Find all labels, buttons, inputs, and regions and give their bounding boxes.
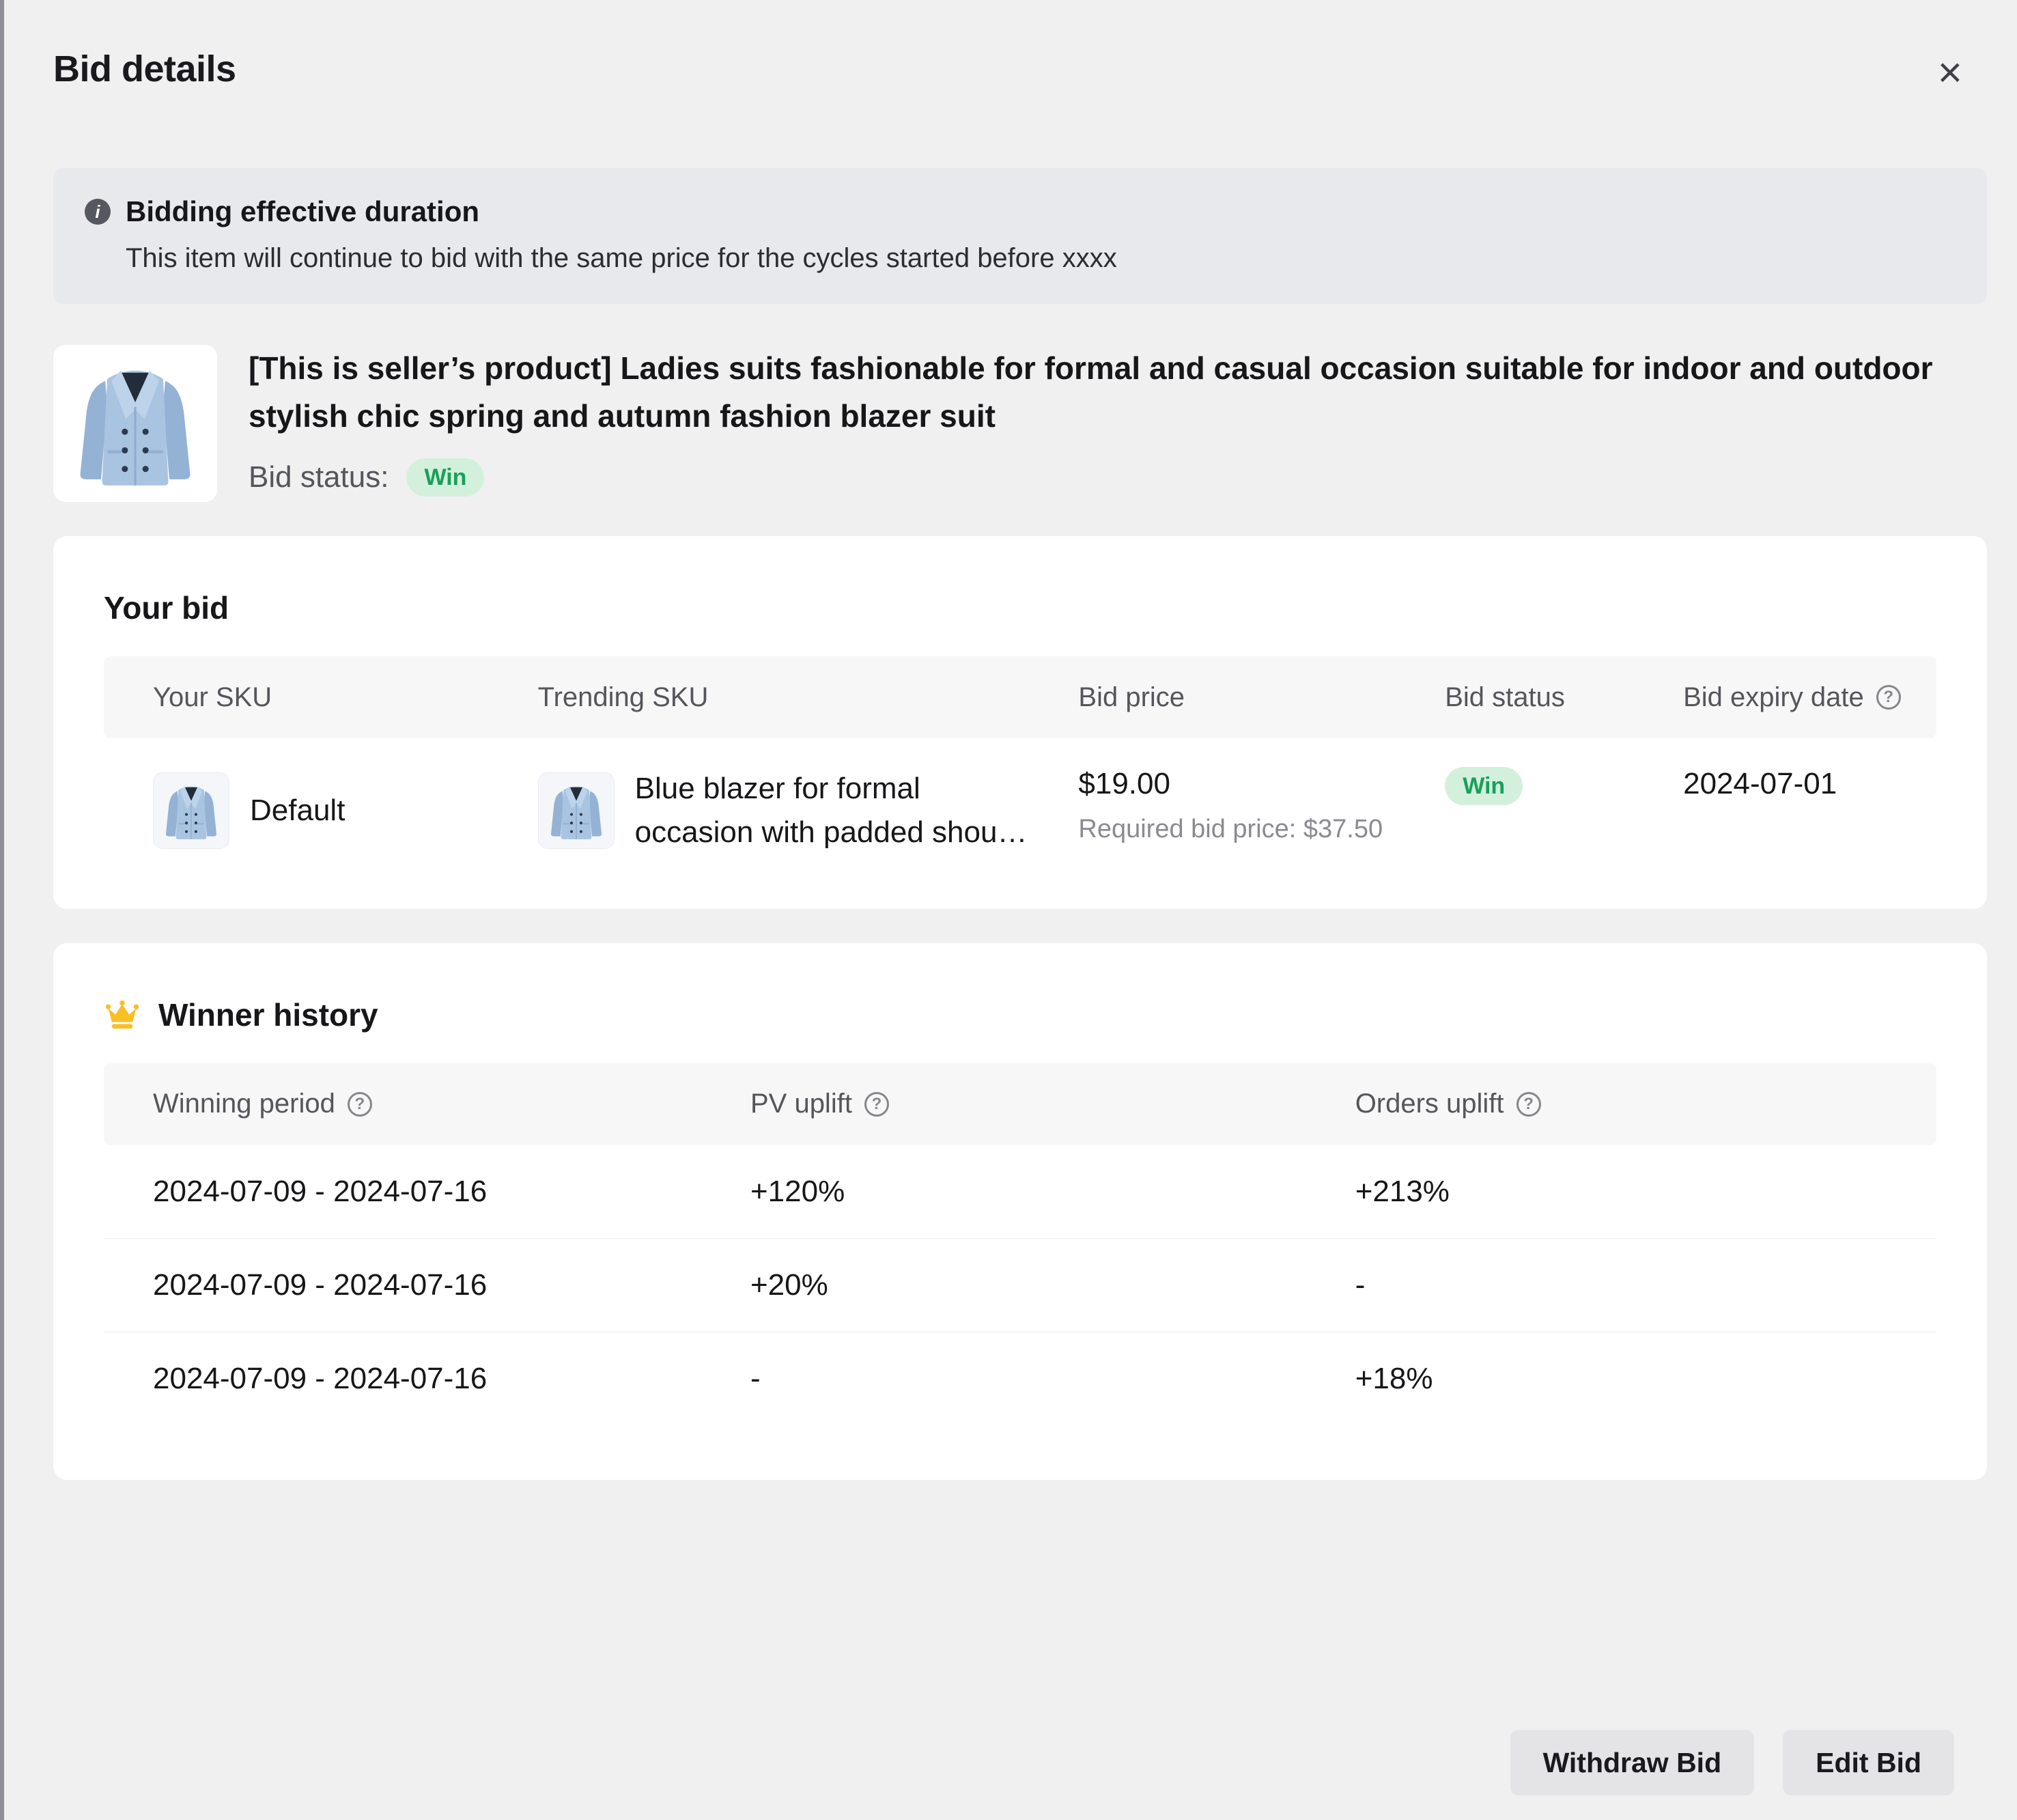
withdraw-bid-button[interactable]: Withdraw Bid (1510, 1730, 1755, 1795)
your-sku-cell: Default (104, 738, 489, 854)
column-header-label: Winning period (153, 1089, 335, 1119)
product-info: [This is seller’s product] Ladies suits … (249, 345, 1976, 502)
edit-bid-button[interactable]: Edit Bid (1783, 1730, 1954, 1795)
bid-price-cell: $19.00 Required bid price: $37.50 (1029, 738, 1396, 854)
winner-history-table: Winning period ? PV uplift ? Orders upli… (104, 1063, 1936, 1425)
modal-header: Bid details × (53, 48, 1987, 97)
orders-uplift-cell: +18% (1306, 1332, 1936, 1425)
column-header-orders-uplift: Orders uplift ? (1306, 1063, 1936, 1145)
close-button[interactable]: × (1931, 49, 1969, 97)
column-header-winning-period: Winning period ? (104, 1063, 701, 1145)
left-edge-divider (0, 0, 4, 1820)
your-bid-card: Your bid Your SKU Trending SKU Bid price… (53, 536, 1987, 909)
trending-sku-thumbnail (538, 772, 615, 849)
column-header-bid-status: Bid status (1396, 656, 1634, 738)
row-bid-status-badge: Win (1445, 767, 1523, 805)
your-bid-heading: Your bid (104, 589, 1936, 626)
pv-uplift-cell: +20% (701, 1239, 1306, 1332)
column-header-label: Orders uplift (1355, 1089, 1504, 1119)
info-banner-title-row: i Bidding effective duration (85, 195, 1956, 228)
column-header-trending-sku: Trending SKU (489, 656, 1030, 738)
bid-price-value: $19.00 (1078, 767, 1396, 801)
column-header-label: Bid expiry date (1683, 682, 1864, 713)
winner-history-row: 2024-07-09 - 2024-07-16 - +18% (104, 1332, 1936, 1425)
column-header-bid-expiry-date: Bid expiry date ? (1634, 656, 1936, 738)
orders-uplift-cell: +213% (1306, 1145, 1936, 1238)
page-title: Bid details (53, 48, 236, 90)
bid-status-cell: Win (1396, 738, 1634, 854)
info-banner-title: Bidding effective duration (126, 195, 479, 228)
your-bid-table-header: Your SKU Trending SKU Bid price Bid stat… (104, 656, 1936, 738)
column-header-label: PV uplift (750, 1089, 852, 1119)
column-header-your-sku: Your SKU (104, 656, 489, 738)
trending-sku-cell: Blue blazer for formal occasion with pad… (489, 738, 1030, 854)
blazer-icon (73, 355, 197, 492)
required-bid-price: Required bid price: $37.50 (1078, 815, 1396, 844)
crown-icon (104, 998, 141, 1031)
info-banner-description: This item will continue to bid with the … (126, 243, 1956, 274)
modal-footer: Withdraw Bid Edit Bid (1510, 1730, 1954, 1795)
pv-uplift-cell: - (701, 1332, 1306, 1425)
your-sku-name: Default (250, 794, 345, 828)
bid-status-row: Bid status: Win (249, 458, 1976, 496)
product-summary: [This is seller’s product] Ladies suits … (53, 345, 1987, 502)
your-sku-thumbnail (153, 772, 229, 849)
winner-history-heading-row: Winner history (104, 996, 1936, 1033)
bid-details-modal: Bid details × i Bidding effective durati… (0, 0, 2017, 1820)
bid-status-label: Bid status: (249, 460, 389, 494)
info-banner: i Bidding effective duration This item w… (53, 168, 1987, 304)
close-icon: × (1938, 49, 1962, 96)
help-icon[interactable]: ? (864, 1092, 889, 1117)
info-icon: i (85, 199, 111, 225)
trending-sku-name: Blue blazer for formal occasion with pad… (635, 767, 1030, 854)
help-icon[interactable]: ? (348, 1092, 372, 1117)
your-bid-table: Your SKU Trending SKU Bid price Bid stat… (104, 656, 1936, 854)
winner-history-table-header: Winning period ? PV uplift ? Orders upli… (104, 1063, 1936, 1145)
blazer-icon (163, 779, 220, 842)
pv-uplift-cell: +120% (701, 1145, 1306, 1238)
bid-status-badge: Win (406, 458, 484, 496)
winning-period-cell: 2024-07-09 - 2024-07-16 (104, 1332, 701, 1425)
winning-period-cell: 2024-07-09 - 2024-07-16 (104, 1145, 701, 1238)
bid-expiry-date-cell: 2024-07-01 (1634, 738, 1936, 854)
column-header-pv-uplift: PV uplift ? (701, 1063, 1306, 1145)
winner-history-row: 2024-07-09 - 2024-07-16 +120% +213% (104, 1145, 1936, 1239)
product-title: [This is seller’s product] Ladies suits … (249, 345, 1976, 440)
winning-period-cell: 2024-07-09 - 2024-07-16 (104, 1239, 701, 1332)
help-icon[interactable]: ? (1876, 685, 1901, 710)
column-header-bid-price: Bid price (1029, 656, 1396, 738)
help-icon[interactable]: ? (1517, 1092, 1541, 1117)
winner-history-heading: Winner history (158, 996, 378, 1033)
blazer-icon (548, 779, 605, 842)
your-bid-row: Default Blue blazer for formal occasion … (104, 738, 1936, 854)
winner-history-row: 2024-07-09 - 2024-07-16 +20% - (104, 1239, 1936, 1332)
orders-uplift-cell: - (1306, 1239, 1936, 1332)
winner-history-card: Winner history Winning period ? PV uplif… (53, 943, 1987, 1480)
product-thumbnail (53, 345, 217, 502)
